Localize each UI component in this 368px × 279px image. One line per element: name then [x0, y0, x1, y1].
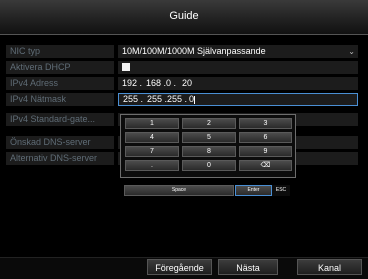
guide-window: Guide NIC typ 10M/100M/1000M Självanpass…	[0, 0, 368, 279]
row-ipv4-netmask: IPv4 Nätmask 255 . 255 .255 .0	[6, 93, 358, 106]
nic-type-label: NIC typ	[6, 45, 114, 58]
ipv4-address-octet-4: 20	[182, 78, 193, 88]
title-bar: Guide	[0, 0, 368, 35]
ipv4-netmask-label: IPv4 Nätmask	[6, 93, 114, 106]
row-ipv4-address: IPv4 Adress 192 . 168 .0 . 20	[6, 77, 358, 90]
key-esc[interactable]: ESC	[272, 185, 290, 196]
window-title: Guide	[169, 10, 199, 22]
numeric-keypad: 1 2 3 4 5 6 7 8 9 . 0 ⌫	[120, 114, 296, 178]
next-button[interactable]: Nästa	[218, 259, 278, 275]
ipv4-address-octet-2: 168 .	[146, 78, 167, 88]
ipv4-netmask-input[interactable]: 255 . 255 .255 .0	[118, 93, 358, 106]
ipv4-address-input[interactable]: 192 . 168 .0 . 20	[118, 77, 358, 90]
key-9[interactable]: 9	[239, 146, 292, 157]
key-3[interactable]: 3	[239, 118, 292, 129]
ipv4-address-octet-1: 192 .	[122, 78, 143, 88]
key-7[interactable]: 7	[125, 146, 179, 157]
ipv4-address-octet-3: 0 .	[166, 78, 177, 88]
key-dot[interactable]: .	[125, 160, 179, 171]
ipv4-address-label: IPv4 Adress	[6, 77, 114, 90]
key-space[interactable]: Space	[124, 185, 234, 196]
text-cursor	[194, 95, 196, 104]
dhcp-label: Aktivera DHCP	[6, 61, 114, 74]
key-8[interactable]: 8	[182, 146, 236, 157]
cancel-button[interactable]: Kanal	[297, 259, 362, 275]
nic-type-value: 10M/100M/1000M Självanpassande	[122, 46, 266, 56]
ipv4-netmask-octet-1: 255 .	[123, 94, 144, 104]
dhcp-field	[118, 61, 358, 74]
nic-type-select[interactable]: 10M/100M/1000M Självanpassande ⌄	[118, 45, 358, 58]
key-5[interactable]: 5	[182, 132, 236, 143]
key-0[interactable]: 0	[182, 160, 236, 171]
key-4[interactable]: 4	[125, 132, 179, 143]
ipv4-netmask-octet-3: 255 .	[167, 94, 188, 104]
previous-button[interactable]: Föregående	[147, 259, 212, 275]
dhcp-checkbox[interactable]	[122, 63, 130, 71]
key-1[interactable]: 1	[125, 118, 179, 129]
row-nic-type: NIC typ 10M/100M/1000M Självanpassande ⌄	[6, 45, 358, 58]
alternative-dns-label: Alternativ DNS-server	[6, 152, 114, 165]
key-enter[interactable]: Enter	[235, 185, 272, 196]
ipv4-gateway-label: IPv4 Standard-gate...	[6, 113, 114, 126]
preferred-dns-label: Önskad DNS-server	[6, 136, 114, 149]
key-6[interactable]: 6	[239, 132, 292, 143]
row-dhcp: Aktivera DHCP	[6, 61, 358, 74]
key-2[interactable]: 2	[182, 118, 236, 129]
chevron-down-icon: ⌄	[348, 47, 355, 56]
ipv4-netmask-octet-2: 255 .	[147, 94, 168, 104]
backspace-icon[interactable]: ⌫	[239, 160, 292, 171]
